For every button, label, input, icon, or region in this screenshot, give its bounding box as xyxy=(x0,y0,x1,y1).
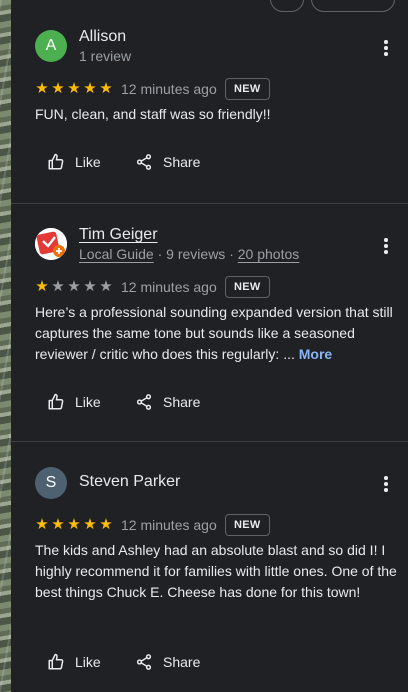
star-icon: ★ xyxy=(35,516,49,533)
share-button[interactable]: Share xyxy=(135,390,200,414)
thumb-up-icon xyxy=(48,653,64,670)
review-card: A Allison 1 review ★ ★ ★ ★ ★ 12 minutes … xyxy=(11,0,408,203)
new-badge: NEW xyxy=(225,78,270,100)
like-button[interactable]: Like xyxy=(47,650,101,674)
star-rating: ★ ★ ★ ★ ★ xyxy=(35,81,113,97)
reviewer-name[interactable]: Allison xyxy=(79,28,126,46)
star-icon: ★ xyxy=(67,80,81,97)
reviewer-name[interactable]: Tim Geiger xyxy=(79,226,158,244)
star-icon: ★ xyxy=(99,80,113,97)
star-icon: ★ xyxy=(83,278,97,295)
review-card: Tim Geiger Local Guide · 9 reviews · 20 … xyxy=(11,203,408,441)
review-text: Here’s a professional sounding expanded … xyxy=(35,302,397,365)
more-link[interactable]: More xyxy=(299,346,332,362)
avatar-initial: S xyxy=(45,474,57,491)
photo-count: 20 photos xyxy=(237,246,300,262)
review-time: 12 minutes ago xyxy=(121,517,217,533)
like-label: Like xyxy=(75,654,101,670)
like-button[interactable]: Like xyxy=(47,150,101,174)
star-rating: ★ ★ ★ ★ ★ xyxy=(35,517,113,533)
profile-photo-icon xyxy=(35,228,67,260)
new-badge: NEW xyxy=(225,514,270,536)
more-vert-icon[interactable] xyxy=(376,474,396,494)
like-label: Like xyxy=(75,394,101,410)
review-text: The kids and Ashley had an absolute blas… xyxy=(35,542,397,600)
reviewer-name[interactable]: Steven Parker xyxy=(79,473,180,491)
reviewer-meta[interactable]: Local Guide · 9 reviews · 20 photos xyxy=(79,246,299,262)
star-icon: ★ xyxy=(51,278,65,295)
share-label: Share xyxy=(163,654,201,670)
avatar[interactable] xyxy=(35,228,67,260)
share-icon xyxy=(136,654,152,670)
avatar[interactable]: A xyxy=(35,30,67,62)
thumb-up-icon xyxy=(48,153,64,170)
star-icon: ★ xyxy=(83,516,97,533)
star-icon: ★ xyxy=(35,278,49,295)
star-icon: ★ xyxy=(99,278,113,295)
review-count: 9 reviews xyxy=(166,246,226,262)
share-label: Share xyxy=(163,154,201,170)
local-guide-label: Local Guide xyxy=(79,246,154,262)
avatar-initial: A xyxy=(45,37,57,54)
meta-separator: · xyxy=(225,246,238,262)
star-icon: ★ xyxy=(35,80,49,97)
share-icon xyxy=(136,394,152,410)
like-button[interactable]: Like xyxy=(47,390,101,414)
thumb-up-icon xyxy=(48,393,64,410)
more-vert-icon[interactable] xyxy=(376,38,396,58)
reviews-panel: A Allison 1 review ★ ★ ★ ★ ★ 12 minutes … xyxy=(11,0,408,692)
review-text: FUN, clean, and staff was so friendly!! xyxy=(35,106,271,122)
star-icon: ★ xyxy=(67,278,81,295)
star-icon: ★ xyxy=(99,516,113,533)
review-text-body: Here’s a professional sounding expanded … xyxy=(35,304,393,362)
share-icon xyxy=(136,154,152,170)
star-icon: ★ xyxy=(51,80,65,97)
review-card: S Steven Parker ★ ★ ★ ★ ★ 12 minutes ago… xyxy=(11,441,408,692)
meta-separator: · xyxy=(153,246,167,262)
new-badge: NEW xyxy=(225,276,270,298)
share-label: Share xyxy=(163,394,201,410)
review-time: 12 minutes ago xyxy=(121,279,217,295)
review-time: 12 minutes ago xyxy=(121,81,217,97)
share-button[interactable]: Share xyxy=(135,650,200,674)
reviewer-meta[interactable]: 1 review xyxy=(79,48,131,64)
star-icon: ★ xyxy=(67,516,81,533)
more-vert-icon[interactable] xyxy=(376,236,396,256)
share-button[interactable]: Share xyxy=(135,150,200,174)
like-label: Like xyxy=(75,154,101,170)
map-background-strip xyxy=(0,0,11,692)
star-rating: ★ ★ ★ ★ ★ xyxy=(35,279,113,295)
avatar[interactable]: S xyxy=(35,467,67,499)
star-icon: ★ xyxy=(83,80,97,97)
star-icon: ★ xyxy=(51,516,65,533)
